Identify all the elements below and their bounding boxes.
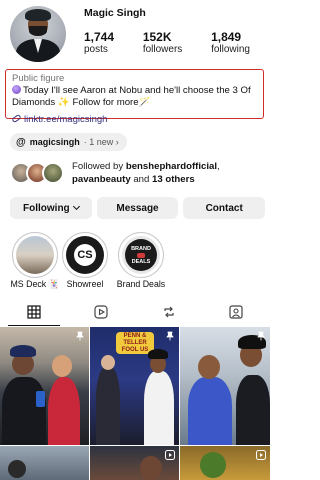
post-figure xyxy=(10,345,36,357)
post-figure xyxy=(188,377,232,445)
post-figure xyxy=(148,349,168,359)
profile-header: Magic Singh 1,744 posts 152K followers 1… xyxy=(0,0,270,68)
followed-by-and: and xyxy=(130,173,152,185)
brand-deals-logo: BRAND DEALS xyxy=(125,239,157,271)
stat-label: following xyxy=(211,44,250,55)
post-figure xyxy=(8,460,26,478)
stat-value: 1,744 xyxy=(84,30,115,44)
tagged-icon xyxy=(229,305,243,319)
tab-posts[interactable] xyxy=(0,298,68,326)
reel-icon xyxy=(256,450,266,460)
post-figure xyxy=(236,375,270,445)
following-label: Following xyxy=(23,202,70,214)
highlight-brand-deals[interactable]: BRAND DEALS xyxy=(118,232,164,278)
pin-icon xyxy=(257,331,265,341)
profile-tabs xyxy=(0,298,270,326)
grid-post[interactable] xyxy=(0,446,89,480)
post-figure xyxy=(52,355,72,377)
post-sign-top: PENN & TELLER xyxy=(123,332,147,346)
crystal-ball-icon xyxy=(12,85,21,94)
post-figure xyxy=(2,377,46,445)
threads-icon: @ xyxy=(16,136,26,148)
tab-reels[interactable] xyxy=(68,298,136,326)
stat-following[interactable]: 1,849 following xyxy=(211,30,250,56)
grid-icon xyxy=(27,305,41,319)
post-sign-text: PENN & TELLER FOOL US xyxy=(116,333,154,354)
mutual-followers-avatars[interactable] xyxy=(10,162,70,186)
stat-followers[interactable]: 152K followers xyxy=(143,30,182,56)
brand-deals-logo-bottom: DEALS xyxy=(131,258,151,265)
stat-value: 152K xyxy=(142,30,172,44)
message-button[interactable]: Message xyxy=(96,197,179,219)
message-label: Message xyxy=(116,202,159,214)
brand-deals-thumbnail: BRAND DEALS xyxy=(122,236,160,274)
bio-link-text: linktr.ee/magicsingh xyxy=(24,114,108,125)
post-figure xyxy=(96,367,120,445)
pin-icon xyxy=(166,331,174,341)
contact-button[interactable]: Contact xyxy=(183,197,266,219)
contact-label: Contact xyxy=(205,202,243,214)
grid-post[interactable]: PENN & TELLER FOOL US xyxy=(90,327,179,445)
avatar-beard xyxy=(29,26,47,36)
ms-deck-thumbnail xyxy=(16,236,54,274)
highlight-showreel[interactable]: CS xyxy=(62,232,108,278)
showreel-thumbnail: CS xyxy=(66,236,104,274)
follower-username: pavanbeauty xyxy=(72,173,131,185)
bio-text: Today I'll see Aaron at Nobu and he'll c… xyxy=(12,85,262,109)
followed-by-prefix: Followed by xyxy=(72,161,126,172)
post-figure xyxy=(36,391,45,407)
post-figure xyxy=(200,452,226,478)
stat-label: followers xyxy=(142,44,183,55)
followed-by-others: 13 others xyxy=(152,173,195,185)
stat-label: posts xyxy=(84,44,108,55)
link-icon xyxy=(11,113,22,124)
grid-post[interactable] xyxy=(0,327,89,445)
bio-text-content: Today I'll see Aaron at Nobu and he'll c… xyxy=(12,85,251,108)
grid-post[interactable] xyxy=(90,446,179,480)
pin-icon xyxy=(76,331,84,341)
avatar xyxy=(42,162,64,184)
post-figure xyxy=(140,456,162,480)
stat-value: 1,849 xyxy=(211,30,242,44)
reposts-icon xyxy=(164,306,174,318)
post-figure xyxy=(198,355,220,379)
threads-username: magicsingh xyxy=(29,137,80,147)
avatar-turban xyxy=(25,9,51,21)
threads-badge[interactable]: @ magicsingh · 1 new › xyxy=(10,133,127,151)
reel-icon xyxy=(165,450,175,460)
followed-by-text[interactable]: Followed by benshephardofficial, pavanbe… xyxy=(72,161,268,186)
highlight-label: Showreel xyxy=(66,279,104,289)
profile-avatar[interactable] xyxy=(10,6,66,62)
brand-deals-logo-top: BRAND xyxy=(131,245,151,252)
bio-link[interactable]: linktr.ee/magicsingh xyxy=(11,113,108,125)
highlight-ms-deck[interactable] xyxy=(12,232,58,278)
tab-reposts[interactable] xyxy=(135,298,203,326)
post-sign-title: FOOL US xyxy=(121,346,149,353)
stat-posts[interactable]: 1,744 posts xyxy=(84,30,114,56)
profile-name: Magic Singh xyxy=(84,7,146,19)
followed-by-separator: , xyxy=(217,161,220,172)
chevron-down-icon xyxy=(72,202,80,211)
bio-category: Public figure xyxy=(12,73,65,84)
post-figure xyxy=(144,371,174,445)
posts-grid: PENN & TELLER FOOL US xyxy=(0,327,270,480)
grid-post[interactable] xyxy=(180,327,270,445)
highlight-label: Brand Deals xyxy=(116,279,166,289)
follower-username: benshephardofficial xyxy=(125,161,218,172)
profile-stats: 1,744 posts 152K followers 1,849 followi… xyxy=(84,30,270,56)
following-button[interactable]: Following xyxy=(10,197,92,219)
threads-new-count: · 1 new › xyxy=(83,137,119,147)
tab-tagged[interactable] xyxy=(203,298,271,326)
grid-post[interactable] xyxy=(180,446,270,480)
brand-deals-logo-dot xyxy=(137,252,145,258)
showreel-logo: CS xyxy=(74,244,96,266)
post-figure xyxy=(48,377,80,445)
post-figure xyxy=(101,355,115,370)
reels-icon xyxy=(94,305,108,319)
profile-actions: Following Message Contact xyxy=(10,197,266,219)
